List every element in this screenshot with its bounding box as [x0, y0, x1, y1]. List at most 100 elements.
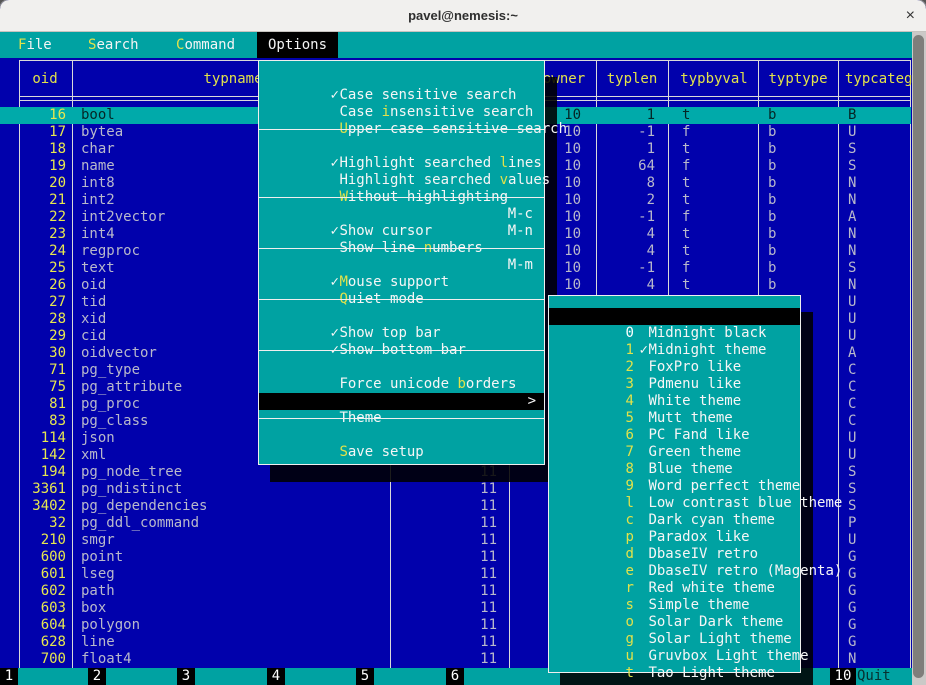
options-menu-item[interactable]	[259, 197, 544, 198]
cell-typlen: -1	[575, 124, 655, 141]
options-menu-item[interactable]: ✓Show top bar	[259, 308, 544, 325]
cell-oid: 20	[19, 175, 66, 192]
cell-oid: 602	[19, 583, 66, 600]
theme-menu-item[interactable]: 9Word perfect theme	[549, 461, 800, 478]
menubar-item[interactable]: File	[18, 32, 52, 58]
cell-typname: box	[81, 600, 106, 617]
options-menu-item[interactable]: ✓Mouse support M-m	[259, 257, 544, 274]
cell-oid: 18	[19, 141, 66, 158]
function-key-number: 6	[446, 668, 464, 685]
cell-typname: lseg	[81, 566, 115, 583]
cell-typname: regproc	[81, 243, 140, 260]
options-menu-item[interactable]: Without highlighting	[259, 172, 544, 189]
options-menu-item[interactable]: Upper case sensitive search	[259, 104, 544, 121]
function-key[interactable]: 6	[446, 668, 465, 685]
options-menu-item[interactable]: Highlight searched values	[259, 155, 544, 172]
function-key-label: Quit	[856, 668, 891, 685]
options-menu-item[interactable]: Show line numbers M-n	[259, 223, 544, 240]
theme-menu-item[interactable]: uGruvbox Light theme	[549, 631, 800, 648]
cell-typlen: 4	[575, 277, 655, 294]
options-menu-item[interactable]: Quiet mode	[259, 274, 544, 291]
options-menu-item[interactable]: ✓Show cursor M-c	[259, 206, 544, 223]
function-key-label	[18, 668, 19, 685]
cell-typcateg: U	[848, 328, 856, 345]
theme-menu-item[interactable]: oSolar Dark theme	[549, 597, 800, 614]
options-menu-item[interactable]	[259, 350, 544, 351]
cell-typcateg: S	[848, 141, 856, 158]
theme-item-key: t	[625, 665, 639, 682]
theme-menu-item[interactable]: pParadox like	[549, 512, 800, 529]
theme-menu-item[interactable]: rRed white theme	[549, 563, 800, 580]
function-key-number: 10	[830, 668, 856, 685]
theme-menu-item[interactable]: sSimple theme	[549, 580, 800, 597]
menu-item-hotkey: S	[339, 444, 347, 460]
function-key[interactable]: 3	[177, 668, 196, 685]
cell-oid: 27	[19, 294, 66, 311]
cell-typnamespace: 11	[400, 583, 497, 600]
options-menu-item[interactable]	[259, 248, 544, 249]
theme-menu-item[interactable]: cDark cyan theme	[549, 495, 800, 512]
theme-menu-item[interactable]: 8Blue theme	[549, 444, 800, 461]
theme-menu-item[interactable]: 7Green theme	[549, 427, 800, 444]
theme-menu-item[interactable]: 1✓Midnight theme	[549, 325, 800, 342]
window-title: pavel@nemesis:~	[0, 0, 926, 31]
function-key[interactable]: 1	[0, 668, 19, 685]
close-icon[interactable]: ×	[906, 0, 915, 31]
function-key-number: 4	[267, 668, 285, 685]
column-header-typlen: typlen	[607, 71, 658, 88]
cell-typbyval: f	[682, 124, 690, 141]
options-menu-item[interactable]	[259, 418, 544, 419]
function-key[interactable]: 10 Quit	[830, 668, 891, 685]
cell-typnamespace: 11	[400, 634, 497, 651]
options-menu-item[interactable]	[259, 129, 544, 130]
options-menu-item[interactable]: Save setup	[259, 427, 544, 444]
options-menu-item[interactable]: ✓Highlight searched lines	[259, 138, 544, 155]
cell-oid: 604	[19, 617, 66, 634]
scrollbar-thumb[interactable]	[913, 35, 924, 678]
cell-oid: 194	[19, 464, 66, 481]
cell-typcateg: N	[848, 277, 856, 294]
theme-menu-item[interactable]: tTao Light theme	[549, 648, 800, 665]
menubar-item[interactable]: Command	[176, 32, 235, 58]
theme-menu-item[interactable]: eDbaseIV retro (Magenta)	[549, 546, 800, 563]
cell-typname: pg_ddl_command	[81, 515, 199, 532]
cell-typnamespace: 11	[400, 600, 497, 617]
options-menu-item[interactable]: ✓Case sensitive search	[259, 70, 544, 87]
menubar-item[interactable]: Options	[257, 32, 338, 58]
theme-menu-item[interactable]: dDbaseIV retro	[549, 529, 800, 546]
cell-typnamespace: 11	[400, 549, 497, 566]
options-menu-item[interactable]: Theme >	[259, 393, 544, 410]
options-menu-item[interactable]: Force ascii menu	[259, 376, 544, 393]
theme-menu-item[interactable]: 2FoxPro like	[549, 342, 800, 359]
cell-oid: 142	[19, 447, 66, 464]
options-menu-item[interactable]: Force unicode borders	[259, 359, 544, 376]
cell-oid: 81	[19, 396, 66, 413]
theme-menu-item[interactable]: 5Mutt theme	[549, 393, 800, 410]
theme-menu-item[interactable]: 0Midnight black	[549, 308, 800, 325]
theme-menu-item[interactable]: gSolar Light theme	[549, 614, 800, 631]
cell-typcateg: N	[848, 226, 856, 243]
cell-typname: xml	[81, 447, 106, 464]
cell-oid: 16	[19, 107, 66, 124]
theme-menu-item[interactable]: lLow contrast blue theme	[549, 478, 800, 495]
cell-typcateg: B	[848, 107, 856, 124]
options-menu-item[interactable]: ✓Show bottom bar	[259, 325, 544, 342]
cell-typlen: 4	[575, 226, 655, 243]
function-key[interactable]: 4	[267, 668, 286, 685]
theme-menu-item[interactable]: 4White theme	[549, 376, 800, 393]
options-menu-item[interactable]	[259, 299, 544, 300]
function-key[interactable]: 2	[88, 668, 107, 685]
theme-menu-item[interactable]: 6PC Fand like	[549, 410, 800, 427]
cell-oid: 3361	[19, 481, 66, 498]
menubar-item[interactable]: Search	[88, 32, 139, 58]
cell-typcateg: G	[848, 617, 856, 634]
menubar-item-label: earch	[96, 37, 138, 53]
menu-item-label: ave setup	[348, 444, 424, 460]
cell-typcateg: N	[848, 175, 856, 192]
options-menu-item[interactable]: Case insensitive search	[259, 87, 544, 104]
cell-typcateg: S	[848, 464, 856, 481]
function-key-number: 1	[0, 668, 18, 685]
theme-menu-item[interactable]: 3Pdmenu like	[549, 359, 800, 376]
function-key[interactable]: 5	[356, 668, 375, 685]
cell-oid: 26	[19, 277, 66, 294]
